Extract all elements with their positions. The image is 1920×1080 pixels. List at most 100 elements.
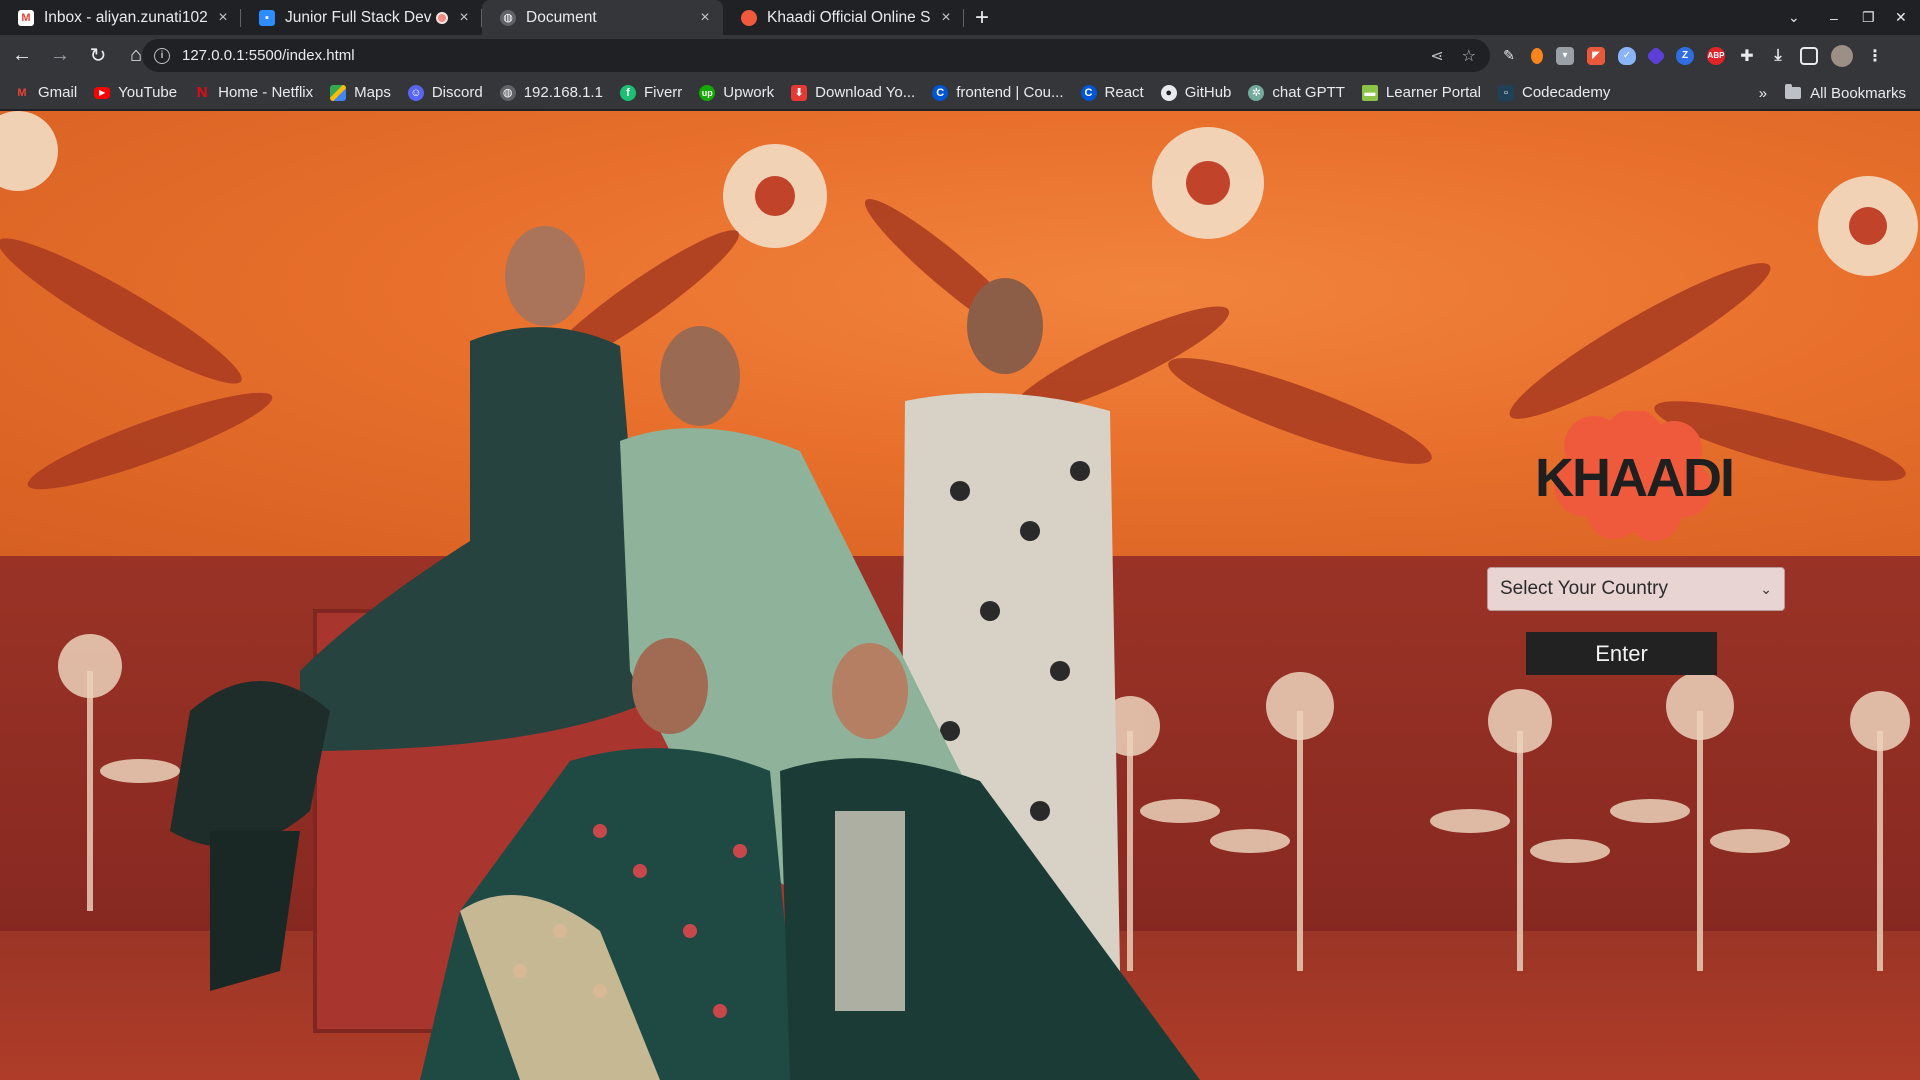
tab-gmail[interactable]: M Inbox - aliyan.zunati1020 × bbox=[0, 0, 241, 35]
bookmark-discord[interactable]: ☺ Discord bbox=[407, 84, 483, 101]
bookmark-router[interactable]: ◍ 192.168.1.1 bbox=[499, 84, 603, 101]
bookmark-label: Fiverr bbox=[643, 84, 683, 101]
bookmark-label: React bbox=[1104, 84, 1144, 101]
bookmark-star-icon[interactable]: ☆ bbox=[1462, 46, 1476, 66]
close-icon[interactable]: × bbox=[938, 9, 954, 27]
page-viewport: KHAADI Select Your Country ⌄ Enter bbox=[0, 111, 1920, 1080]
github-icon: ● bbox=[1160, 84, 1177, 101]
netflix-icon: N bbox=[196, 84, 208, 101]
new-tab-button[interactable]: + bbox=[964, 0, 1000, 35]
country-select-value: Select Your Country bbox=[1500, 578, 1668, 599]
upwork-icon: up bbox=[699, 84, 716, 101]
restore-icon[interactable]: ❐ bbox=[1862, 0, 1875, 35]
maps-icon bbox=[330, 84, 347, 101]
profile-avatar-icon[interactable] bbox=[1831, 44, 1853, 67]
bookmark-label: Discord bbox=[431, 84, 483, 101]
bookmark-download[interactable]: ⬇ Download Yo... bbox=[791, 84, 915, 101]
khaadi-icon bbox=[741, 9, 757, 26]
extensions-puzzle-icon[interactable]: ✚ bbox=[1738, 47, 1756, 65]
extension-shield-icon[interactable]: ▾ bbox=[1556, 46, 1574, 65]
bookmark-label: Download Yo... bbox=[815, 84, 916, 101]
tab-title: Khaadi Official Online Sto bbox=[767, 8, 930, 26]
discord-icon: ☺ bbox=[407, 84, 424, 101]
recording-icon bbox=[436, 11, 448, 24]
tab-strip: M Inbox - aliyan.zunati1020 × ▪ Junior F… bbox=[0, 0, 1920, 35]
menu-kebab-icon[interactable]: ⋮ bbox=[1866, 47, 1884, 65]
youtube-icon: ▶ bbox=[94, 86, 111, 99]
bookmark-maps[interactable]: Maps bbox=[330, 84, 391, 101]
bookmark-label: chat GPTT bbox=[1272, 84, 1345, 101]
bookmarks-overflow-icon[interactable]: » bbox=[1759, 85, 1767, 102]
bookmark-label: GitHub bbox=[1184, 84, 1232, 101]
bookmark-github[interactable]: ● GitHub bbox=[1160, 84, 1232, 101]
brand-logo: KHAADI bbox=[1524, 411, 1744, 541]
tab-zoom-job[interactable]: ▪ Junior Full Stack Devel × bbox=[241, 0, 482, 35]
extension-tag-icon[interactable]: ◤ bbox=[1587, 46, 1605, 65]
zoom-icon: ▪ bbox=[259, 9, 275, 26]
address-bar[interactable]: i 127.0.0.1:5500/index.html ⋖ ☆ bbox=[142, 39, 1490, 72]
coursera-icon: C bbox=[932, 84, 949, 101]
bookmark-codecademy[interactable]: ▫ Codecademy bbox=[1497, 84, 1611, 101]
download-icon: ⬇ bbox=[791, 84, 808, 101]
all-bookmarks-button[interactable]: All Bookmarks bbox=[1810, 85, 1906, 102]
site-info-icon[interactable]: i bbox=[154, 47, 170, 64]
logo-wordmark: KHAADI bbox=[1535, 448, 1735, 508]
tab-document[interactable]: ◍ Document × bbox=[482, 0, 723, 35]
url-text[interactable]: 127.0.0.1:5500/index.html bbox=[182, 47, 355, 64]
bookmark-label: Learner Portal bbox=[1385, 84, 1481, 101]
enter-button[interactable]: Enter bbox=[1526, 632, 1717, 675]
tab-separator bbox=[963, 9, 964, 27]
globe-icon: ◍ bbox=[500, 9, 516, 26]
minimize-icon[interactable]: – bbox=[1830, 0, 1838, 35]
bookmark-chatgpt[interactable]: ✲ chat GPTT bbox=[1248, 84, 1345, 101]
entry-panel: KHAADI Select Your Country ⌄ Enter bbox=[1480, 411, 1785, 791]
bookmark-upwork[interactable]: up Upwork bbox=[699, 84, 774, 101]
bookmark-label: 192.168.1.1 bbox=[523, 84, 603, 101]
bookmark-label: Home - Netflix bbox=[218, 84, 314, 101]
coursera-icon: C bbox=[1080, 84, 1097, 101]
codecademy-icon: ▫ bbox=[1497, 84, 1514, 101]
extension-guard-icon[interactable]: ✓ bbox=[1618, 46, 1636, 65]
chatgpt-icon: ✲ bbox=[1248, 84, 1265, 101]
reload-icon[interactable]: ↻ bbox=[82, 40, 114, 72]
gmail-icon: M bbox=[18, 9, 34, 26]
bookmark-label: frontend | Cou... bbox=[956, 84, 1064, 101]
bookmark-label: Maps bbox=[354, 84, 391, 101]
side-panel-icon[interactable] bbox=[1800, 46, 1818, 65]
bookmark-netflix[interactable]: N Home - Netflix bbox=[194, 84, 313, 101]
close-icon[interactable]: × bbox=[215, 9, 231, 27]
bookmark-fiverr[interactable]: f Fiverr bbox=[619, 84, 683, 101]
learner-portal-icon: ▬ bbox=[1361, 84, 1378, 101]
zotero-icon[interactable]: Z bbox=[1676, 46, 1694, 65]
bookmark-learner-portal[interactable]: ▬ Learner Portal bbox=[1361, 84, 1481, 101]
bookmark-label: Codecademy bbox=[1521, 84, 1611, 101]
bookmark-gmail[interactable]: M Gmail bbox=[14, 84, 77, 101]
browser-toolbar: ← → ↻ ⌂ i 127.0.0.1:5500/index.html ⋖ ☆ … bbox=[0, 35, 1920, 76]
bookmarks-bar: M Gmail ▶ YouTube N Home - Netflix Maps ☺ Di… bbox=[0, 76, 1920, 110]
folder-icon bbox=[1785, 84, 1802, 99]
fiverr-icon: f bbox=[619, 84, 636, 101]
extensions-area: ✎ ▾ ◤ ✓ Z ABP ✚ ⤓ ⋮ bbox=[1500, 39, 1884, 72]
globe-icon: ◍ bbox=[499, 84, 516, 101]
bookmark-react[interactable]: C React bbox=[1080, 84, 1144, 101]
bookmark-label: Gmail bbox=[38, 84, 78, 101]
tab-title: Junior Full Stack Devel bbox=[285, 8, 432, 26]
tab-search-icon[interactable]: ⌄ bbox=[1788, 0, 1800, 35]
tab-khaadi[interactable]: Khaadi Official Online Sto × bbox=[723, 0, 964, 35]
close-window-icon[interactable]: ✕ bbox=[1895, 0, 1907, 35]
close-icon[interactable]: × bbox=[697, 9, 713, 27]
forward-icon[interactable]: → bbox=[44, 40, 76, 72]
download-icon[interactable]: ⤓ bbox=[1769, 47, 1787, 65]
metamask-icon[interactable] bbox=[1531, 47, 1543, 64]
country-select[interactable]: Select Your Country ⌄ bbox=[1487, 567, 1785, 611]
share-icon[interactable]: ⋖ bbox=[1430, 46, 1443, 66]
back-icon[interactable]: ← bbox=[6, 40, 38, 72]
chevron-down-icon: ⌄ bbox=[1760, 580, 1772, 597]
eyedropper-icon[interactable]: ✎ bbox=[1500, 47, 1518, 65]
extension-cube-icon[interactable] bbox=[1646, 45, 1666, 66]
bookmark-frontend-coursera[interactable]: Cfrontend | Cou... bbox=[932, 84, 1064, 101]
bookmark-label: Upwork bbox=[723, 84, 775, 101]
adblock-icon[interactable]: ABP bbox=[1707, 46, 1725, 65]
close-icon[interactable]: × bbox=[456, 9, 472, 27]
bookmark-youtube[interactable]: ▶ YouTube bbox=[94, 84, 177, 101]
